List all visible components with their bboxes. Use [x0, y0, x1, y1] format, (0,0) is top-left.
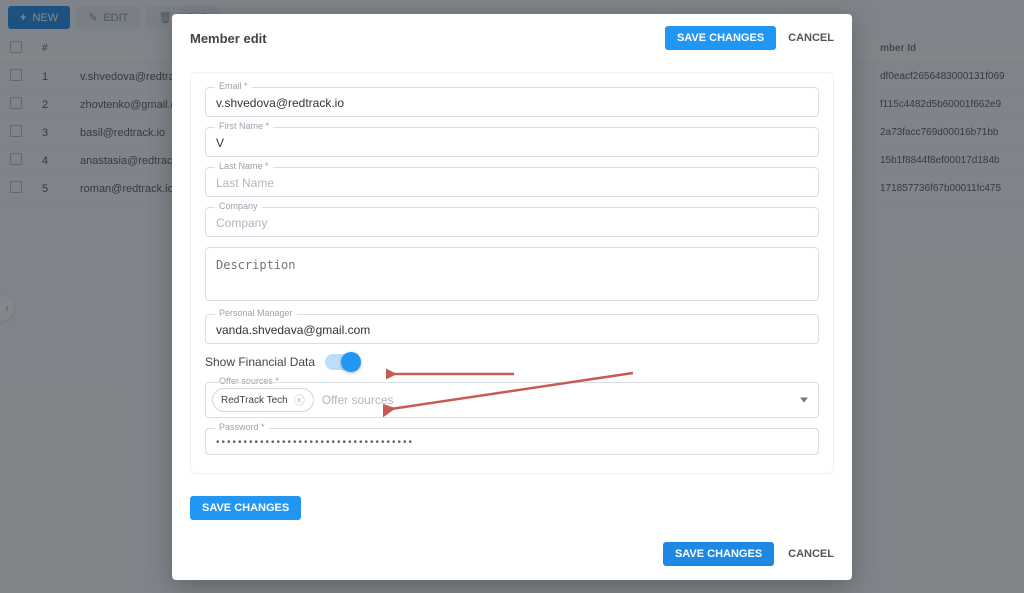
password-field[interactable]: •••••••••••••••••••••••••••••••••••• — [205, 428, 819, 455]
firstname-label: First Name * — [215, 121, 273, 131]
offer-chip-label: RedTrack Tech — [221, 395, 288, 406]
offer-sources-select[interactable]: RedTrack Tech ⓧ Offer sources — [205, 382, 819, 418]
offer-placeholder: Offer sources — [322, 393, 394, 407]
lastname-field-wrap: Last Name * — [205, 167, 819, 197]
modal-body: Email * First Name * Last Name * Company — [172, 62, 852, 532]
member-edit-modal: Member edit SAVE CHANGES CANCEL Email * … — [172, 14, 852, 580]
company-field[interactable] — [205, 207, 819, 237]
chip-remove-icon[interactable]: ⓧ — [294, 392, 305, 408]
company-field-wrap: Company — [205, 207, 819, 237]
modal-header: Member edit SAVE CHANGES CANCEL — [172, 14, 852, 62]
modal-overlay: Member edit SAVE CHANGES CANCEL Email * … — [0, 0, 1024, 593]
email-field-wrap: Email * — [205, 87, 819, 117]
chevron-down-icon — [800, 398, 808, 403]
save-button-bottom[interactable]: SAVE CHANGES — [663, 542, 774, 566]
financial-toggle[interactable] — [325, 354, 359, 370]
save-button-mid[interactable]: SAVE CHANGES — [190, 496, 301, 520]
cancel-button-top[interactable]: CANCEL — [788, 32, 834, 44]
offer-field-wrap: Offer sources * RedTrack Tech ⓧ Offer so… — [205, 382, 819, 418]
lastname-label: Last Name * — [215, 161, 273, 171]
form-panel: Email * First Name * Last Name * Company — [190, 72, 834, 474]
financial-toggle-row: Show Financial Data — [205, 354, 819, 370]
firstname-field-wrap: First Name * — [205, 127, 819, 157]
offer-chip[interactable]: RedTrack Tech ⓧ — [212, 388, 314, 412]
modal-title: Member edit — [190, 31, 267, 46]
password-field-wrap: Password * •••••••••••••••••••••••••••••… — [205, 428, 819, 455]
email-field[interactable] — [205, 87, 819, 117]
manager-field-wrap: Personal Manager — [205, 314, 819, 344]
description-field-wrap — [205, 247, 819, 304]
cancel-button-bottom[interactable]: CANCEL — [788, 548, 834, 560]
lastname-field[interactable] — [205, 167, 819, 197]
manager-field[interactable] — [205, 314, 819, 344]
modal-footer: SAVE CHANGES CANCEL — [172, 532, 852, 580]
financial-toggle-label: Show Financial Data — [205, 355, 315, 369]
toggle-knob — [341, 352, 361, 372]
save-button-top[interactable]: SAVE CHANGES — [665, 26, 776, 50]
email-label: Email * — [215, 81, 252, 91]
password-label: Password * — [215, 422, 269, 432]
firstname-field[interactable] — [205, 127, 819, 157]
company-label: Company — [215, 201, 262, 211]
description-field[interactable] — [205, 247, 819, 301]
manager-label: Personal Manager — [215, 308, 297, 318]
